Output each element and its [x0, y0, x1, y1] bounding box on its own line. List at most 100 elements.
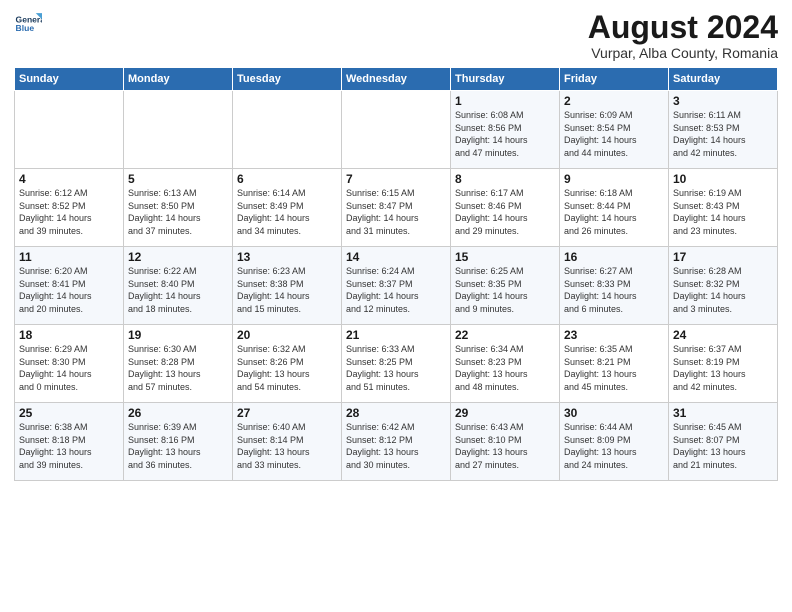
- table-row: 1Sunrise: 6:08 AM Sunset: 8:56 PM Daylig…: [451, 91, 560, 169]
- table-row: 15Sunrise: 6:25 AM Sunset: 8:35 PM Dayli…: [451, 247, 560, 325]
- day-info: Sunrise: 6:33 AM Sunset: 8:25 PM Dayligh…: [346, 343, 446, 393]
- day-number: 12: [128, 250, 228, 264]
- table-row: 16Sunrise: 6:27 AM Sunset: 8:33 PM Dayli…: [560, 247, 669, 325]
- day-info: Sunrise: 6:20 AM Sunset: 8:41 PM Dayligh…: [19, 265, 119, 315]
- calendar-week-row: 25Sunrise: 6:38 AM Sunset: 8:18 PM Dayli…: [15, 403, 778, 481]
- table-row: 18Sunrise: 6:29 AM Sunset: 8:30 PM Dayli…: [15, 325, 124, 403]
- day-info: Sunrise: 6:35 AM Sunset: 8:21 PM Dayligh…: [564, 343, 664, 393]
- table-row: 19Sunrise: 6:30 AM Sunset: 8:28 PM Dayli…: [124, 325, 233, 403]
- day-number: 21: [346, 328, 446, 342]
- table-row: 24Sunrise: 6:37 AM Sunset: 8:19 PM Dayli…: [669, 325, 778, 403]
- table-row: [233, 91, 342, 169]
- table-row: 25Sunrise: 6:38 AM Sunset: 8:18 PM Dayli…: [15, 403, 124, 481]
- day-number: 10: [673, 172, 773, 186]
- day-info: Sunrise: 6:42 AM Sunset: 8:12 PM Dayligh…: [346, 421, 446, 471]
- day-info: Sunrise: 6:13 AM Sunset: 8:50 PM Dayligh…: [128, 187, 228, 237]
- table-row: [124, 91, 233, 169]
- calendar-week-row: 11Sunrise: 6:20 AM Sunset: 8:41 PM Dayli…: [15, 247, 778, 325]
- header-sunday: Sunday: [15, 68, 124, 91]
- day-number: 27: [237, 406, 337, 420]
- day-number: 20: [237, 328, 337, 342]
- table-row: 29Sunrise: 6:43 AM Sunset: 8:10 PM Dayli…: [451, 403, 560, 481]
- day-info: Sunrise: 6:38 AM Sunset: 8:18 PM Dayligh…: [19, 421, 119, 471]
- day-number: 3: [673, 94, 773, 108]
- day-number: 9: [564, 172, 664, 186]
- day-number: 22: [455, 328, 555, 342]
- day-number: 18: [19, 328, 119, 342]
- day-number: 30: [564, 406, 664, 420]
- day-info: Sunrise: 6:19 AM Sunset: 8:43 PM Dayligh…: [673, 187, 773, 237]
- day-number: 31: [673, 406, 773, 420]
- page-container: General Blue August 2024 Vurpar, Alba Co…: [0, 0, 792, 489]
- svg-text:Blue: Blue: [16, 23, 35, 33]
- table-row: 8Sunrise: 6:17 AM Sunset: 8:46 PM Daylig…: [451, 169, 560, 247]
- table-row: 30Sunrise: 6:44 AM Sunset: 8:09 PM Dayli…: [560, 403, 669, 481]
- calendar-header-row: Sunday Monday Tuesday Wednesday Thursday…: [15, 68, 778, 91]
- day-info: Sunrise: 6:09 AM Sunset: 8:54 PM Dayligh…: [564, 109, 664, 159]
- logo-icon: General Blue: [14, 10, 42, 38]
- header-monday: Monday: [124, 68, 233, 91]
- day-number: 1: [455, 94, 555, 108]
- header-saturday: Saturday: [669, 68, 778, 91]
- day-number: 24: [673, 328, 773, 342]
- day-info: Sunrise: 6:27 AM Sunset: 8:33 PM Dayligh…: [564, 265, 664, 315]
- day-number: 15: [455, 250, 555, 264]
- day-info: Sunrise: 6:34 AM Sunset: 8:23 PM Dayligh…: [455, 343, 555, 393]
- table-row: 2Sunrise: 6:09 AM Sunset: 8:54 PM Daylig…: [560, 91, 669, 169]
- day-number: 4: [19, 172, 119, 186]
- table-row: 12Sunrise: 6:22 AM Sunset: 8:40 PM Dayli…: [124, 247, 233, 325]
- table-row: 21Sunrise: 6:33 AM Sunset: 8:25 PM Dayli…: [342, 325, 451, 403]
- table-row: 9Sunrise: 6:18 AM Sunset: 8:44 PM Daylig…: [560, 169, 669, 247]
- header-friday: Friday: [560, 68, 669, 91]
- day-info: Sunrise: 6:37 AM Sunset: 8:19 PM Dayligh…: [673, 343, 773, 393]
- day-number: 2: [564, 94, 664, 108]
- day-info: Sunrise: 6:24 AM Sunset: 8:37 PM Dayligh…: [346, 265, 446, 315]
- logo: General Blue: [14, 10, 42, 38]
- table-row: 22Sunrise: 6:34 AM Sunset: 8:23 PM Dayli…: [451, 325, 560, 403]
- calendar-week-row: 4Sunrise: 6:12 AM Sunset: 8:52 PM Daylig…: [15, 169, 778, 247]
- day-info: Sunrise: 6:30 AM Sunset: 8:28 PM Dayligh…: [128, 343, 228, 393]
- day-number: 29: [455, 406, 555, 420]
- day-number: 13: [237, 250, 337, 264]
- table-row: 11Sunrise: 6:20 AM Sunset: 8:41 PM Dayli…: [15, 247, 124, 325]
- table-row: 26Sunrise: 6:39 AM Sunset: 8:16 PM Dayli…: [124, 403, 233, 481]
- table-row: 27Sunrise: 6:40 AM Sunset: 8:14 PM Dayli…: [233, 403, 342, 481]
- day-number: 25: [19, 406, 119, 420]
- main-title: August 2024: [588, 10, 778, 45]
- day-number: 28: [346, 406, 446, 420]
- day-info: Sunrise: 6:08 AM Sunset: 8:56 PM Dayligh…: [455, 109, 555, 159]
- header: General Blue August 2024 Vurpar, Alba Co…: [14, 10, 778, 61]
- day-info: Sunrise: 6:14 AM Sunset: 8:49 PM Dayligh…: [237, 187, 337, 237]
- calendar-table: Sunday Monday Tuesday Wednesday Thursday…: [14, 67, 778, 481]
- day-info: Sunrise: 6:17 AM Sunset: 8:46 PM Dayligh…: [455, 187, 555, 237]
- day-number: 17: [673, 250, 773, 264]
- table-row: 13Sunrise: 6:23 AM Sunset: 8:38 PM Dayli…: [233, 247, 342, 325]
- table-row: 10Sunrise: 6:19 AM Sunset: 8:43 PM Dayli…: [669, 169, 778, 247]
- day-info: Sunrise: 6:39 AM Sunset: 8:16 PM Dayligh…: [128, 421, 228, 471]
- day-info: Sunrise: 6:43 AM Sunset: 8:10 PM Dayligh…: [455, 421, 555, 471]
- day-number: 19: [128, 328, 228, 342]
- header-tuesday: Tuesday: [233, 68, 342, 91]
- subtitle: Vurpar, Alba County, Romania: [588, 45, 778, 61]
- header-thursday: Thursday: [451, 68, 560, 91]
- day-number: 8: [455, 172, 555, 186]
- table-row: 7Sunrise: 6:15 AM Sunset: 8:47 PM Daylig…: [342, 169, 451, 247]
- day-number: 11: [19, 250, 119, 264]
- day-number: 16: [564, 250, 664, 264]
- table-row: 6Sunrise: 6:14 AM Sunset: 8:49 PM Daylig…: [233, 169, 342, 247]
- table-row: 20Sunrise: 6:32 AM Sunset: 8:26 PM Dayli…: [233, 325, 342, 403]
- table-row: 3Sunrise: 6:11 AM Sunset: 8:53 PM Daylig…: [669, 91, 778, 169]
- title-block: August 2024 Vurpar, Alba County, Romania: [588, 10, 778, 61]
- day-number: 5: [128, 172, 228, 186]
- table-row: 31Sunrise: 6:45 AM Sunset: 8:07 PM Dayli…: [669, 403, 778, 481]
- day-info: Sunrise: 6:22 AM Sunset: 8:40 PM Dayligh…: [128, 265, 228, 315]
- table-row: 5Sunrise: 6:13 AM Sunset: 8:50 PM Daylig…: [124, 169, 233, 247]
- day-info: Sunrise: 6:25 AM Sunset: 8:35 PM Dayligh…: [455, 265, 555, 315]
- calendar-week-row: 18Sunrise: 6:29 AM Sunset: 8:30 PM Dayli…: [15, 325, 778, 403]
- day-number: 7: [346, 172, 446, 186]
- table-row: 14Sunrise: 6:24 AM Sunset: 8:37 PM Dayli…: [342, 247, 451, 325]
- day-info: Sunrise: 6:18 AM Sunset: 8:44 PM Dayligh…: [564, 187, 664, 237]
- day-number: 23: [564, 328, 664, 342]
- day-info: Sunrise: 6:44 AM Sunset: 8:09 PM Dayligh…: [564, 421, 664, 471]
- table-row: [15, 91, 124, 169]
